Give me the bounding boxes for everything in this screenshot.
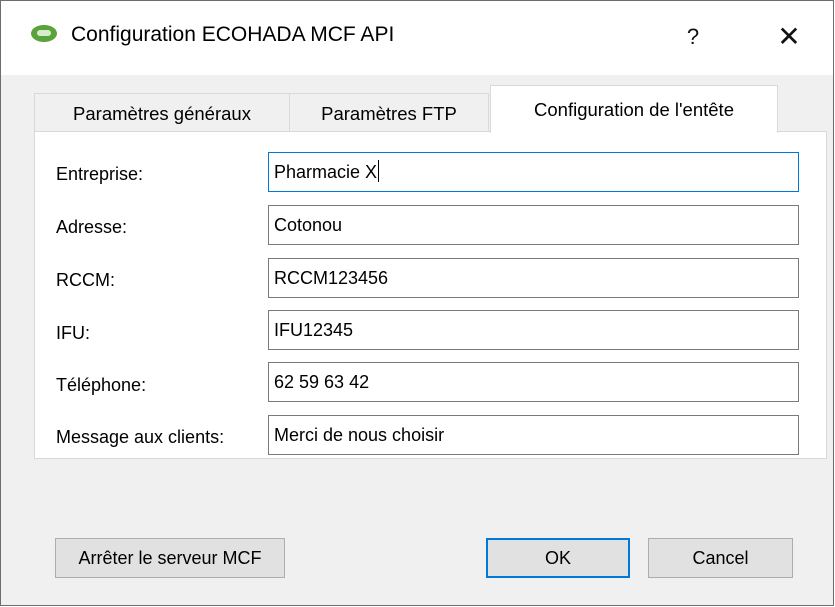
config-dialog: Configuration ECOHADA MCF API ? ✕ Paramè… — [0, 0, 834, 606]
client-message-label: Message aux clients: — [56, 427, 225, 447]
help-button[interactable]: ? — [663, 15, 723, 59]
address-label: Adresse: — [56, 217, 128, 237]
ecohada-logo-icon — [31, 25, 57, 42]
client-message-field[interactable]: Merci de nous choisir — [268, 415, 799, 455]
title-bar: Configuration ECOHADA MCF API ? ✕ — [1, 1, 833, 75]
phone-label: Téléphone: — [56, 375, 147, 395]
tab-ftp-settings[interactable]: Paramètres FTP — [289, 93, 489, 133]
address-field[interactable]: Cotonou — [268, 205, 799, 245]
tab-general-settings[interactable]: Paramètres généraux — [34, 93, 290, 133]
rccm-label: RCCM: — [56, 270, 115, 290]
text-caret — [378, 160, 380, 182]
cancel-button[interactable]: Cancel — [648, 538, 793, 578]
close-icon[interactable]: ✕ — [759, 15, 819, 59]
company-field[interactable]: Pharmacie X — [268, 152, 799, 192]
tab-header-configuration[interactable]: Configuration de l'entête — [490, 85, 778, 133]
ifu-label: IFU: — [56, 323, 90, 343]
window-title: Configuration ECOHADA MCF API — [71, 23, 395, 46]
company-value: Pharmacie X — [274, 162, 378, 182]
ifu-field[interactable]: IFU12345 — [268, 310, 799, 350]
stop-server-button[interactable]: Arrêter le serveur MCF — [55, 538, 285, 578]
rccm-field[interactable]: RCCM123456 — [268, 258, 799, 298]
ok-button[interactable]: OK — [486, 538, 630, 578]
company-label: Entreprise: — [56, 164, 144, 184]
phone-field[interactable]: 62 59 63 42 — [268, 362, 799, 402]
